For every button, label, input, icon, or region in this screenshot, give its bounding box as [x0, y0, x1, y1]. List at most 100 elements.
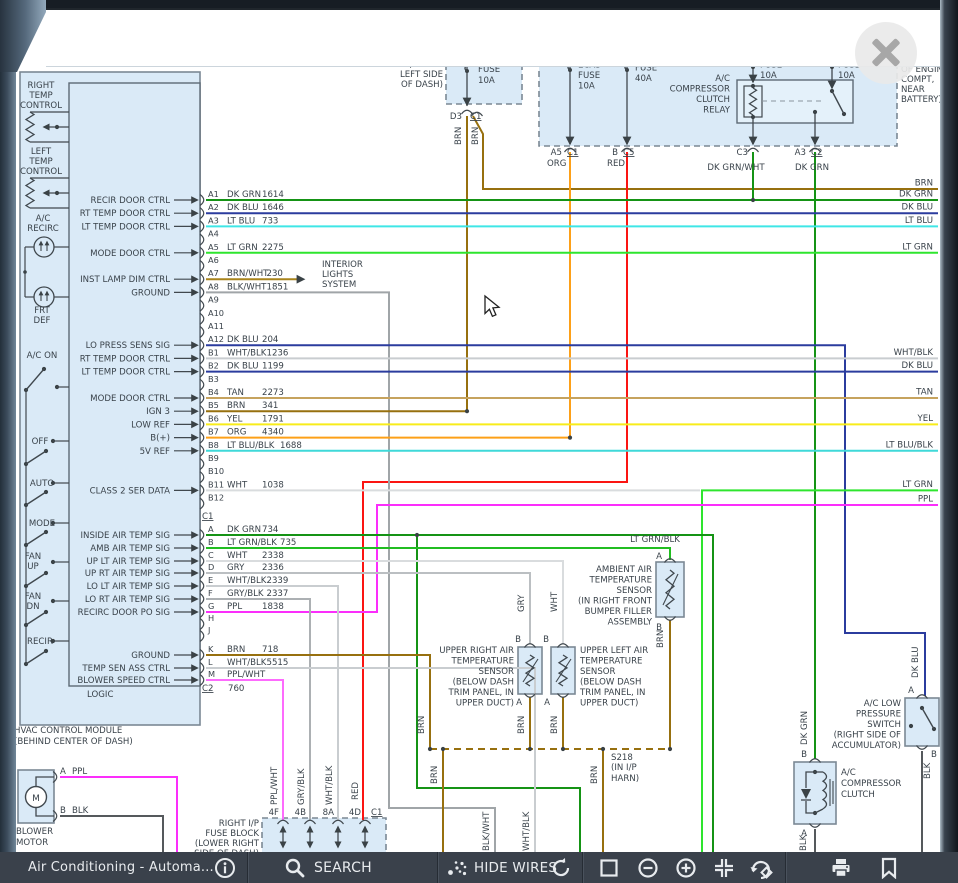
- diagram-label: A/C ON: [27, 351, 58, 361]
- reset-view-button[interactable]: [749, 852, 773, 883]
- diagram-label: BRN: [430, 766, 440, 784]
- diagram-label: GRY/BLK: [227, 589, 264, 599]
- diagram-label: BRN: [550, 716, 560, 734]
- diagram-label: CONTROL: [20, 101, 62, 111]
- diagram-label: DK BLU: [227, 203, 259, 213]
- info-icon: [214, 857, 236, 879]
- diagram-label: DK GRN: [227, 525, 261, 535]
- diagram-label: B: [931, 750, 937, 760]
- junction-dot: [751, 198, 755, 202]
- search-label: SEARCH: [314, 860, 372, 876]
- diagram-label: COMPRESSOR: [670, 85, 730, 95]
- diagram-label: RED: [351, 782, 361, 800]
- diagram-label: UP LT AIR TEMP SIG: [86, 557, 170, 567]
- diagram-label: AUTO: [30, 479, 54, 489]
- junction-dot: [561, 747, 565, 751]
- diagram-label: B11: [208, 479, 224, 489]
- diagram-label: K: [208, 644, 214, 654]
- bookmark-button[interactable]: [880, 852, 898, 883]
- junction-dot: [415, 533, 419, 537]
- diagram-label: BLK/WHT: [482, 811, 492, 851]
- junction-dot: [465, 409, 469, 413]
- diagram-label: FAN: [25, 592, 41, 602]
- diagram-label: GROUND: [131, 651, 170, 661]
- diagram-label: MODE DOOR CTRL: [90, 249, 170, 259]
- diagram-label: BATTERY): [901, 95, 940, 105]
- diagram-label: A2: [208, 202, 219, 212]
- diagram-label: CONTROL: [20, 167, 62, 177]
- diagram-label: B: [515, 635, 521, 645]
- diagram-label: LT GRN: [902, 242, 933, 252]
- diagram-label: C1: [470, 112, 481, 122]
- diagram-label: ACCUMULATOR): [832, 741, 901, 751]
- diagram-label: TEMPERATURE: [589, 576, 652, 586]
- fit-page-button[interactable]: [599, 852, 619, 883]
- diagram-label: B: [60, 806, 66, 816]
- diagram-label: LIGHTS: [322, 270, 353, 280]
- diagram-label: YEL: [226, 414, 243, 424]
- center-view-button[interactable]: [713, 852, 735, 883]
- diagram-label: 1236: [267, 348, 289, 358]
- diagram-label: B: [801, 750, 807, 760]
- hide-wires-button[interactable]: HIDE WIRES: [447, 852, 557, 883]
- diagram-label: LT GRN: [227, 243, 258, 253]
- junction-dot: [751, 84, 755, 88]
- refresh-button[interactable]: [550, 852, 572, 883]
- info-button[interactable]: [214, 852, 236, 883]
- diagram-label: C: [208, 550, 214, 560]
- zoom-out-button[interactable]: [637, 852, 659, 883]
- diagram-label: PRESSURE: [856, 710, 901, 720]
- search-button[interactable]: SEARCH: [284, 852, 372, 883]
- diagram-label: A/C LOW: [864, 699, 902, 709]
- diagram-label: LT BLU: [905, 216, 933, 226]
- print-button[interactable]: [830, 852, 852, 883]
- diagram-label: BRN: [915, 179, 933, 189]
- close-button[interactable]: [855, 22, 917, 84]
- diagram-label: A1: [208, 189, 219, 199]
- diagram-label: BUMPER FILLER: [585, 607, 652, 617]
- diagram-label: (BELOW DASH: [453, 678, 514, 688]
- diagram-label: RECIR: [27, 637, 53, 647]
- diagram-title-label: Air Conditioning - Automa...: [28, 860, 214, 875]
- diagram-label: A: [656, 552, 662, 562]
- diagram-label: UPPER LEFT AIR: [580, 646, 648, 656]
- diagram-label: D: [208, 562, 214, 572]
- diagram-label: TEMP: [28, 157, 52, 167]
- diagram-label: B(+): [150, 434, 170, 444]
- diagram-label: BLK: [799, 834, 809, 851]
- diagram-label: H: [208, 613, 214, 623]
- diagram-label: PPL: [72, 767, 87, 777]
- zoom-in-button[interactable]: [675, 852, 697, 883]
- diagram-label: TAN: [226, 388, 244, 398]
- hide-wires-icon: [447, 858, 467, 878]
- diagram-title[interactable]: Air Conditioning - Automa...: [28, 852, 214, 883]
- diagram-label: WHT/BLK: [522, 811, 532, 851]
- diagram-label: DK BLU: [911, 646, 921, 678]
- zoom-out-icon: [637, 857, 659, 879]
- diagram-label: DK BLU: [901, 203, 933, 213]
- diagram-label: TEMP SEN ASS CTRL: [81, 664, 170, 674]
- diagram-label: RED: [607, 159, 625, 169]
- diagram-label: J: [207, 625, 210, 635]
- diagram-label: (IN RIGHT FRONT: [578, 597, 653, 607]
- diagram-label: FAN: [25, 552, 41, 562]
- diagram-label: SENSOR: [616, 586, 652, 596]
- diagram-label: DEF: [34, 316, 51, 326]
- wire-BLK: [60, 816, 163, 852]
- junction-dot: [601, 747, 605, 751]
- diagram-label: A5: [208, 242, 219, 252]
- diagram-label: PPL: [918, 495, 933, 505]
- diagram-label: UPPER DUCT): [456, 699, 514, 709]
- diagram-label: C2: [202, 684, 213, 694]
- junction-dot: [813, 110, 817, 114]
- junction-dot: [909, 724, 913, 728]
- diagram-label: A/C: [715, 74, 730, 84]
- wiring-diagram-canvas[interactable]: MA1DK GRN1614RECIR DOOR CTRLA2DK BLU1646…: [16, 67, 940, 852]
- diagram-label: LOGIC: [87, 690, 113, 700]
- diagram-label: WHT/BLK: [227, 658, 267, 668]
- diagram-label: 1646: [262, 203, 284, 213]
- page-edge-right: [940, 0, 958, 883]
- diagram-label: TRIM PANEL, IN: [448, 688, 515, 698]
- diagram-label: 2339: [267, 576, 289, 586]
- print-icon: [830, 857, 852, 879]
